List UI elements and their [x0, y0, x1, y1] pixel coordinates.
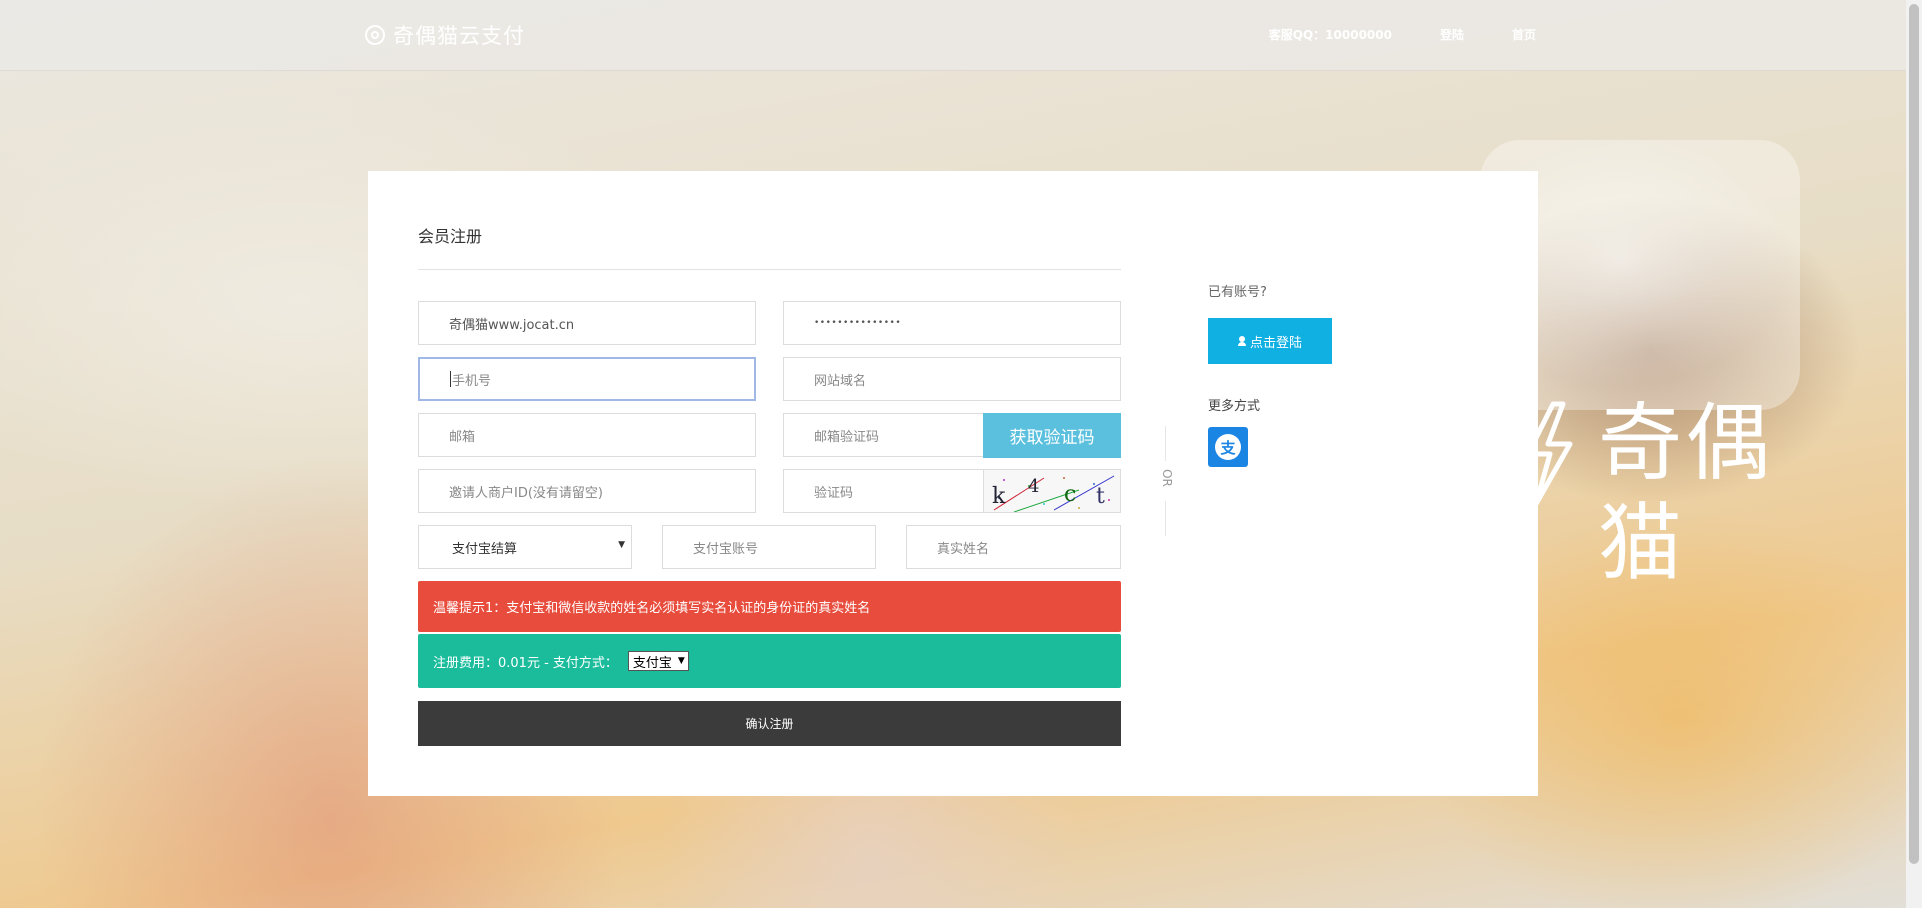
alipay-account-placeholder: 支付宝账号: [693, 541, 759, 557]
fee-info-bar: 注册费用：0.01元 - 支付方式： 支付宝 ▼: [418, 634, 1121, 688]
inviter-placeholder: 邀请人商户ID(没有请留空): [449, 485, 603, 501]
settlement-select[interactable]: 支付宝结算 ▼: [418, 525, 632, 569]
pay-method-select[interactable]: 支付宝 ▼: [627, 651, 689, 671]
captcha-input[interactable]: 验证码: [783, 469, 985, 513]
real-name-input[interactable]: 真实姓名: [906, 525, 1121, 569]
get-code-button[interactable]: 获取验证码: [983, 413, 1121, 458]
username-value: 奇偶猫www.jocat.cn: [449, 317, 575, 333]
page-title: 会员注册: [418, 227, 483, 246]
or-divider-bottom: [1165, 501, 1166, 536]
nav-links: 客服QQ：10000000 登陆 首页: [1269, 26, 1536, 43]
captcha-char-2: 4: [1028, 476, 1040, 497]
password-input[interactable]: •••••••••••••••: [783, 301, 1121, 345]
alipay-icon: 支: [1215, 434, 1241, 460]
domain-placeholder: 网站域名: [814, 373, 867, 389]
user-icon: [1237, 336, 1246, 346]
nav-qq[interactable]: 客服QQ：10000000: [1269, 26, 1392, 43]
email-input[interactable]: 邮箱: [418, 413, 756, 457]
watermark-logo: 奇偶猫: [1508, 393, 1848, 592]
brand-name: 奇偶猫云支付: [393, 24, 525, 48]
phone-input[interactable]: 手机号: [418, 357, 756, 401]
name-tip-alert: 温馨提示1：支付宝和微信收款的姓名必须填写实名认证的身份证的真实姓名: [418, 581, 1121, 632]
brand-logo[interactable]: 奇偶猫云支付: [365, 20, 525, 50]
submit-register-button[interactable]: 确认注册: [418, 701, 1121, 746]
brand-spiral-icon: [365, 25, 385, 45]
nav-home[interactable]: 首页: [1512, 26, 1536, 43]
pay-method-selected: 支付宝: [632, 655, 672, 671]
alipay-login-button[interactable]: 支: [1208, 427, 1248, 467]
email-code-placeholder: 邮箱验证码: [814, 429, 880, 445]
text-caret: [450, 371, 451, 387]
watermark-text: 奇偶猫: [1598, 394, 1775, 592]
login-button[interactable]: 点击登陆: [1208, 318, 1332, 364]
title-divider: [418, 269, 1121, 270]
dropdown-arrow-icon: ▼: [618, 540, 625, 550]
alipay-account-input[interactable]: 支付宝账号: [662, 525, 876, 569]
settlement-selected: 支付宝结算: [452, 541, 518, 557]
or-divider-text: OR: [1159, 469, 1174, 487]
dropdown-arrow-icon: ▼: [677, 656, 685, 666]
captcha-char-1: k: [992, 484, 1006, 509]
inviter-input[interactable]: 邀请人商户ID(没有请留空): [418, 469, 756, 513]
email-code-input[interactable]: 邮箱验证码: [783, 413, 985, 457]
scrollbar-thumb[interactable]: [1909, 4, 1919, 864]
fee-label: 注册费用：0.01元 - 支付方式：: [433, 655, 618, 671]
nav-login[interactable]: 登陆: [1440, 26, 1464, 43]
more-ways-label: 更多方式: [1208, 399, 1261, 414]
real-name-placeholder: 真实姓名: [937, 541, 990, 557]
have-account-label: 已有账号?: [1208, 285, 1267, 300]
domain-input[interactable]: 网站域名: [783, 357, 1121, 401]
captcha-char-4: t: [1096, 484, 1105, 509]
name-tip-text: 温馨提示1：支付宝和微信收款的姓名必须填写实名认证的身份证的真实姓名: [433, 601, 871, 616]
phone-placeholder: 手机号: [452, 373, 492, 389]
register-card: 会员注册 奇偶猫www.jocat.cn ••••••••••••••• 手机号…: [368, 171, 1538, 796]
username-input[interactable]: 奇偶猫www.jocat.cn: [418, 301, 756, 345]
captcha-char-3: c: [1064, 482, 1077, 507]
captcha-image[interactable]: k 4 c t: [983, 469, 1121, 513]
password-value: •••••••••••••••: [814, 318, 902, 328]
captcha-placeholder: 验证码: [814, 485, 854, 501]
page-scrollbar[interactable]: [1906, 0, 1922, 908]
top-navbar: 奇偶猫云支付 客服QQ：10000000 登陆 首页: [0, 0, 1906, 71]
email-placeholder: 邮箱: [449, 429, 476, 445]
login-button-label: 点击登陆: [1249, 335, 1302, 351]
or-divider-top: [1165, 426, 1166, 461]
